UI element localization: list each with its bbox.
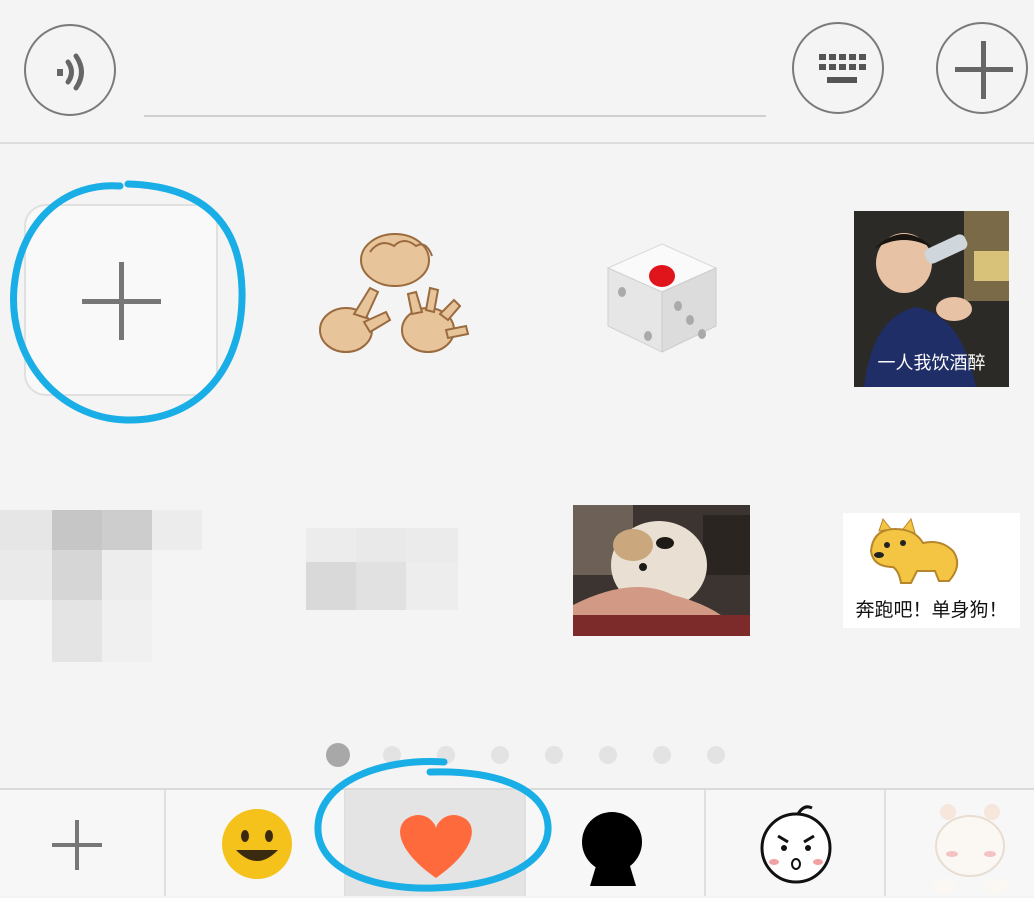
dog-photo-icon	[573, 505, 750, 636]
voice-icon	[57, 53, 84, 91]
page-dot[interactable]	[707, 746, 725, 764]
add-sticker-button[interactable]	[24, 204, 218, 396]
message-input[interactable]	[144, 115, 766, 117]
page-dot[interactable]	[383, 746, 401, 764]
tab-emoji[interactable]	[166, 790, 346, 896]
cat-icon	[932, 804, 1008, 894]
plus-icon	[955, 41, 1013, 99]
person-icon	[582, 812, 642, 886]
page-dot-active[interactable]	[326, 743, 350, 767]
page-dot[interactable]	[491, 746, 509, 764]
blurred-sticker-2[interactable]	[306, 528, 506, 628]
page-dot[interactable]	[653, 746, 671, 764]
smiley-icon	[222, 809, 292, 879]
tab-silhouette[interactable]	[526, 790, 706, 896]
sticker-caption: 一人我饮酒醉	[877, 353, 986, 374]
plus-icon	[82, 262, 161, 340]
blurred-sticker-1[interactable]	[0, 488, 260, 664]
page-indicator	[0, 743, 1034, 770]
voice-toggle-button[interactable]	[24, 24, 116, 116]
page-dot[interactable]	[599, 746, 617, 764]
tab-add[interactable]	[0, 790, 166, 896]
more-options-button[interactable]	[936, 22, 1028, 114]
page-dot[interactable]	[437, 746, 455, 764]
sticker-category-tabs	[0, 788, 1034, 896]
plus-icon	[52, 820, 102, 870]
dice-icon	[606, 243, 718, 353]
doge-running-sticker[interactable]: 奔跑吧！单身狗！	[843, 513, 1020, 628]
keyboard-toggle-button[interactable]	[792, 22, 884, 114]
sticker-caption: 奔跑吧！单身狗！	[855, 599, 1008, 621]
doge-icon	[869, 517, 959, 584]
tab-cat[interactable]	[886, 790, 1034, 896]
chat-input-bar	[0, 0, 1034, 144]
heart-icon	[400, 815, 472, 878]
keyboard-icon	[819, 54, 866, 83]
angry-face-icon	[760, 805, 832, 884]
page-dot[interactable]	[545, 746, 563, 764]
tab-favorites[interactable]	[346, 790, 526, 896]
dog-face-sticker[interactable]	[573, 505, 750, 636]
dice-sticker[interactable]	[600, 240, 724, 356]
tab-cartoon-face[interactable]	[706, 790, 886, 896]
drinking-baby-sticker[interactable]: 一人我饮酒醉	[854, 211, 1009, 387]
rock-paper-scissors-sticker[interactable]	[308, 230, 474, 366]
hands-icon	[319, 233, 470, 353]
